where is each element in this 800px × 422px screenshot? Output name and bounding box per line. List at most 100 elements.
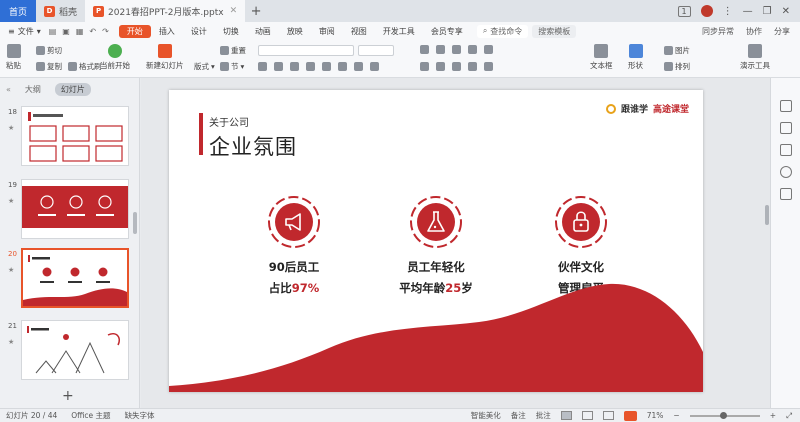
close-icon[interactable]: ✕ (782, 6, 790, 17)
copy-button[interactable]: 复制 (36, 61, 62, 72)
comments-button[interactable]: 批注 (536, 410, 551, 421)
underline-icon[interactable] (290, 62, 299, 71)
paste-button[interactable]: 粘贴 (6, 44, 21, 71)
menu-animation[interactable]: 动画 (247, 26, 279, 37)
minimize-icon[interactable]: — (743, 6, 753, 17)
zoom-in-icon[interactable]: + (770, 411, 776, 420)
menu-transition[interactable]: 切换 (215, 26, 247, 37)
zoom-out-icon[interactable]: − (673, 411, 679, 420)
help-icon[interactable] (780, 166, 792, 178)
maximize-icon[interactable]: ❐ (763, 6, 772, 17)
font-size-select[interactable] (358, 45, 394, 56)
font-color-icon[interactable] (370, 62, 379, 71)
align-center-icon[interactable] (436, 62, 445, 71)
layout-button[interactable]: 版式 ▾ (194, 61, 215, 72)
settings-icon[interactable] (780, 188, 792, 200)
theme-name[interactable]: Office 主题 (71, 410, 110, 421)
slide-thumbnail-selected[interactable] (21, 248, 129, 308)
window-count-badge[interactable]: 1 (677, 5, 691, 17)
play-from-current-button[interactable]: 当前开始 (100, 44, 130, 71)
normal-view-icon[interactable] (560, 411, 572, 420)
font-name-select[interactable] (258, 45, 354, 56)
share-button[interactable]: 分享 (774, 26, 790, 37)
animation-pane-icon[interactable] (780, 122, 792, 134)
avatar[interactable] (700, 5, 713, 17)
command-search[interactable]: ⌕ 查找命令 (476, 24, 529, 38)
current-slide[interactable]: 关于公司 企业氛围 跟谁学 高途课堂 90后员工 占比97% 员工年轻化 平均年… (169, 90, 703, 392)
file-menu[interactable]: ≡ 文件 ▾ (0, 26, 49, 37)
slideshow-play-icon[interactable] (623, 410, 637, 421)
picture-button[interactable]: 图片 (664, 45, 690, 56)
format-painter-button[interactable]: 格式刷 (68, 61, 102, 72)
menu-design[interactable]: 设计 (183, 26, 215, 37)
notes-button[interactable]: 备注 (511, 410, 526, 421)
sync-status[interactable]: 同步异常 (702, 26, 734, 37)
line-spacing-icon[interactable] (484, 45, 493, 54)
menu-review[interactable]: 审阅 (311, 26, 343, 37)
slide-title[interactable]: 企业氛围 (209, 131, 297, 161)
menu-view[interactable]: 视图 (343, 26, 375, 37)
properties-icon[interactable] (780, 100, 792, 112)
canvas-scrollbar[interactable] (765, 205, 769, 225)
tab-outline[interactable]: 大纲 (25, 84, 41, 95)
shadow-icon[interactable] (322, 62, 331, 71)
add-slide-button[interactable]: + (62, 388, 74, 404)
arrange-button[interactable]: 排列 (664, 61, 690, 72)
indent-decrease-icon[interactable] (452, 45, 461, 54)
align-right-icon[interactable] (452, 62, 461, 71)
menu-insert[interactable]: 插入 (151, 26, 183, 37)
menu-home[interactable]: 开始 (118, 24, 151, 38)
tab-daoke[interactable]: D 稻壳 (36, 0, 85, 22)
subscript-icon[interactable] (354, 62, 363, 71)
menu-icon[interactable]: ⋮ (723, 6, 733, 17)
strike-icon[interactable] (306, 62, 315, 71)
tab-home[interactable]: 首页 (0, 0, 36, 22)
section-button[interactable]: 节 ▾ (220, 61, 244, 72)
window-controls: 1 ⋮ — ❐ ✕ (677, 0, 800, 22)
undo-icon[interactable]: ↶ (89, 27, 96, 36)
justify-icon[interactable] (468, 62, 477, 71)
zoom-slider-knob[interactable] (719, 411, 727, 419)
slide-thumbnail[interactable] (21, 106, 129, 166)
new-tab-button[interactable]: + (245, 0, 267, 22)
tab-slides[interactable]: 幻灯片 (54, 82, 91, 96)
tab-close-icon[interactable]: ✕ (230, 6, 238, 16)
superscript-icon[interactable] (338, 62, 347, 71)
bold-icon[interactable] (258, 62, 267, 71)
fit-window-icon[interactable]: ⤢ (786, 411, 792, 421)
bullets-icon[interactable] (420, 45, 429, 54)
reset-button[interactable]: 重置 (220, 45, 246, 56)
save-icon[interactable]: ▣ (62, 27, 70, 36)
numbering-icon[interactable] (436, 45, 445, 54)
tab-document[interactable]: P 2021春招PPT-2月版本.pptx ✕ (85, 0, 246, 22)
slide-subtitle[interactable]: 关于公司 (209, 114, 249, 129)
template-search[interactable]: 搜索模板 (532, 24, 577, 38)
slide-thumbnail[interactable] (21, 320, 129, 380)
smart-beautify-button[interactable]: 智能美化 (471, 410, 501, 421)
collaborate-button[interactable]: 协作 (746, 26, 762, 37)
menu-member[interactable]: 会员专享 (423, 26, 471, 37)
sync-icon[interactable] (780, 144, 792, 156)
cut-button[interactable]: 剪切 (36, 45, 62, 56)
zoom-slider[interactable] (689, 411, 760, 419)
reading-view-icon[interactable] (602, 411, 614, 420)
shape-button[interactable]: 形状 (628, 44, 643, 71)
new-slide-button[interactable]: 新建幻灯片 (146, 44, 184, 71)
open-icon[interactable]: ▤ (49, 27, 57, 36)
sorter-view-icon[interactable] (581, 411, 593, 420)
collapse-panel-icon[interactable]: « (6, 85, 11, 94)
missing-font-button[interactable]: 缺失字体 (125, 410, 155, 421)
redo-icon[interactable]: ↷ (102, 27, 109, 36)
slide-thumbnail[interactable] (21, 179, 129, 239)
italic-icon[interactable] (274, 62, 283, 71)
columns-icon[interactable] (484, 62, 493, 71)
panel-scrollbar[interactable] (133, 212, 137, 234)
present-tools-button[interactable]: 演示工具 (740, 44, 770, 71)
zoom-level[interactable]: 71% (647, 411, 664, 420)
menu-slideshow[interactable]: 放映 (279, 26, 311, 37)
menu-developer[interactable]: 开发工具 (375, 26, 423, 37)
align-left-icon[interactable] (420, 62, 429, 71)
print-icon[interactable]: ▦ (76, 27, 84, 36)
indent-increase-icon[interactable] (468, 45, 477, 54)
textbox-button[interactable]: 文本框 (590, 44, 613, 71)
